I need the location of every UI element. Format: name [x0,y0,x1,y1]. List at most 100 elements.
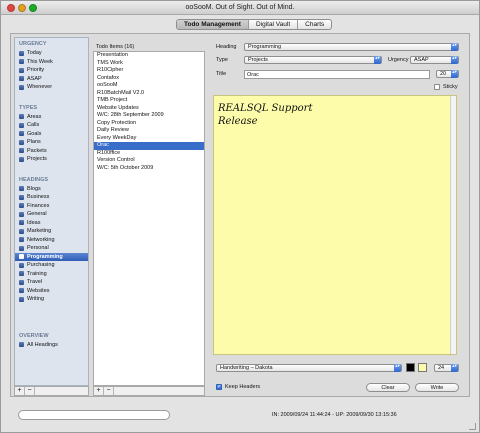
folder-icon [19,194,24,200]
list-item[interactable]: TMB Project [94,97,204,105]
sidebar-item-today[interactable]: Today [15,49,88,58]
background-color-swatch[interactable] [418,363,427,372]
folder-icon [19,237,24,242]
heading-label: Heading [216,44,237,50]
list-item[interactable]: R100ffice [94,150,204,158]
tab-charts[interactable]: Charts [298,20,331,29]
sidebar-item-ideas[interactable]: Ideas [15,219,88,228]
sidebar-item-writing[interactable]: Writing [15,295,88,304]
list-item[interactable]: Website Updates [94,105,204,113]
font-popup-value: Handwriting – Dakota [220,365,273,371]
keep-headers-label: Keep Headers [225,384,261,390]
sidebar-item-whenever[interactable]: Whenever [15,83,88,92]
urgency-popup[interactable]: ASAP ▴▾ [410,55,459,64]
sidebar-item-travel[interactable]: Travel [15,278,88,287]
sidebar-item-all-headings[interactable]: All Headings [15,341,88,350]
chevron-updown-icon: ▴▾ [374,55,381,64]
clear-button[interactable]: Clear [366,383,410,392]
sidebar-item-finances[interactable]: Finances [15,202,88,211]
sidebar-item-programming[interactable]: Programming [15,252,88,261]
sidebar-item-priority[interactable]: Priority [15,66,88,75]
sidebar-item-blogs[interactable]: Blogs [15,185,88,194]
urgency-label: Urgency [388,57,409,63]
list-item[interactable]: Presentation [94,52,204,60]
sticky-checkbox[interactable] [434,84,440,90]
sidebar-item-business[interactable]: Business [15,193,88,202]
font-size-popup-value: 24 [438,365,445,371]
main-tab-bar: Todo Management Digital Vault Charts [176,19,333,30]
folder-icon [19,254,24,259]
todo-list-toolbar: + − [93,386,205,396]
minimize-window-button[interactable] [18,4,26,12]
note-editor[interactable]: REALSQL Support Release [213,95,457,355]
remove-heading-button[interactable]: − [25,387,35,395]
tab-digital-vault[interactable]: Digital Vault [249,20,299,29]
zoom-window-button[interactable] [29,4,37,12]
note-text[interactable]: REALSQL Support Release [218,102,312,128]
sidebar-item-marketing[interactable]: Marketing [15,227,88,236]
title-field[interactable]: Orac [244,70,430,79]
folder-icon [19,220,24,225]
note-scrollbar[interactable] [450,96,456,354]
add-todo-button[interactable]: + [94,387,104,395]
type-label: Type [216,57,228,63]
urgency-popup-value: ASAP [414,57,429,63]
sidebar-item-general[interactable]: General [15,210,88,219]
folder-icon [19,76,24,81]
folder-icon [19,148,24,153]
list-item[interactable]: Contafox [94,75,204,83]
list-item[interactable]: W/C: 28th September 2009 [94,112,204,120]
sidebar-header-types: TYPES [19,104,38,111]
sidebar-item-calls[interactable]: Calls [15,121,88,130]
title-bar[interactable]: ooSooM. Out of Sight. Out of Mind. [1,1,479,15]
todo-list-header: Todo Items (16) [96,44,135,50]
list-item[interactable]: Copy Protection [94,120,204,128]
add-heading-button[interactable]: + [15,387,25,395]
remove-todo-button[interactable]: − [104,387,114,395]
list-item[interactable]: W/C: 5th October 2009 [94,165,204,173]
folder-icon [19,288,24,293]
sidebar-item-packets[interactable]: Packets [15,147,88,156]
sidebar-item-areas[interactable]: Areas [15,113,88,122]
text-color-swatch[interactable] [406,363,415,372]
list-item[interactable]: TMS Work [94,60,204,68]
sidebar-header-headings: HEADINGS [19,176,49,183]
sidebar-item-training[interactable]: Training [15,270,88,279]
size-popup[interactable]: 20 ▴▾ [436,69,459,78]
type-popup[interactable]: Projects ▴▾ [244,55,382,64]
sidebar-item-plans[interactable]: Plans [15,138,88,147]
folder-icon [19,131,24,136]
list-item[interactable]: R10BatchMail V2.0 [94,90,204,98]
list-item-selected[interactable]: Orac [94,142,204,150]
heading-popup[interactable]: Programming ▴▾ [244,42,459,51]
folder-icon [19,245,24,251]
folder-icon [19,67,24,73]
sidebar-item-asap[interactable]: ASAP [15,75,88,84]
list-item[interactable]: R10Cipher [94,67,204,75]
sidebar-item-this-week[interactable]: This Week [15,58,88,67]
font-popup[interactable]: Handwriting – Dakota ▴▾ [216,363,402,372]
sidebar-item-goals[interactable]: Goals [15,130,88,139]
sidebar-item-purchasing[interactable]: Purchasing [15,261,88,270]
folder-icon [19,186,24,191]
keep-headers-checkbox[interactable]: ✓ [216,384,222,390]
resize-grip-icon[interactable] [469,423,476,430]
list-item[interactable]: Version Control [94,157,204,165]
sidebar-item-networking[interactable]: Networking [15,236,88,245]
folder-icon [19,211,24,217]
font-size-popup[interactable]: 24 ▴▾ [434,363,459,372]
status-timestamps: IN: 2009/09/24 11:44:24 - UP: 2009/09/30… [272,412,397,418]
write-button[interactable]: Write [415,383,459,392]
sidebar-item-personal[interactable]: Personal [15,244,88,253]
list-item[interactable]: Every WeekDay [94,135,204,143]
sidebar-header-urgency: URGENCY [19,41,47,47]
sidebar-item-projects[interactable]: Projects [15,155,88,164]
folder-icon [19,84,24,90]
tab-todo-management[interactable]: Todo Management [177,20,249,29]
list-item[interactable]: Daily Review [94,127,204,135]
close-window-button[interactable] [7,4,15,12]
todo-list[interactable]: Presentation TMS Work R10Cipher Contafox… [93,51,205,386]
list-item[interactable]: ooSooM [94,82,204,90]
search-input[interactable] [18,410,170,420]
sidebar-item-websites[interactable]: Websites [15,287,88,296]
